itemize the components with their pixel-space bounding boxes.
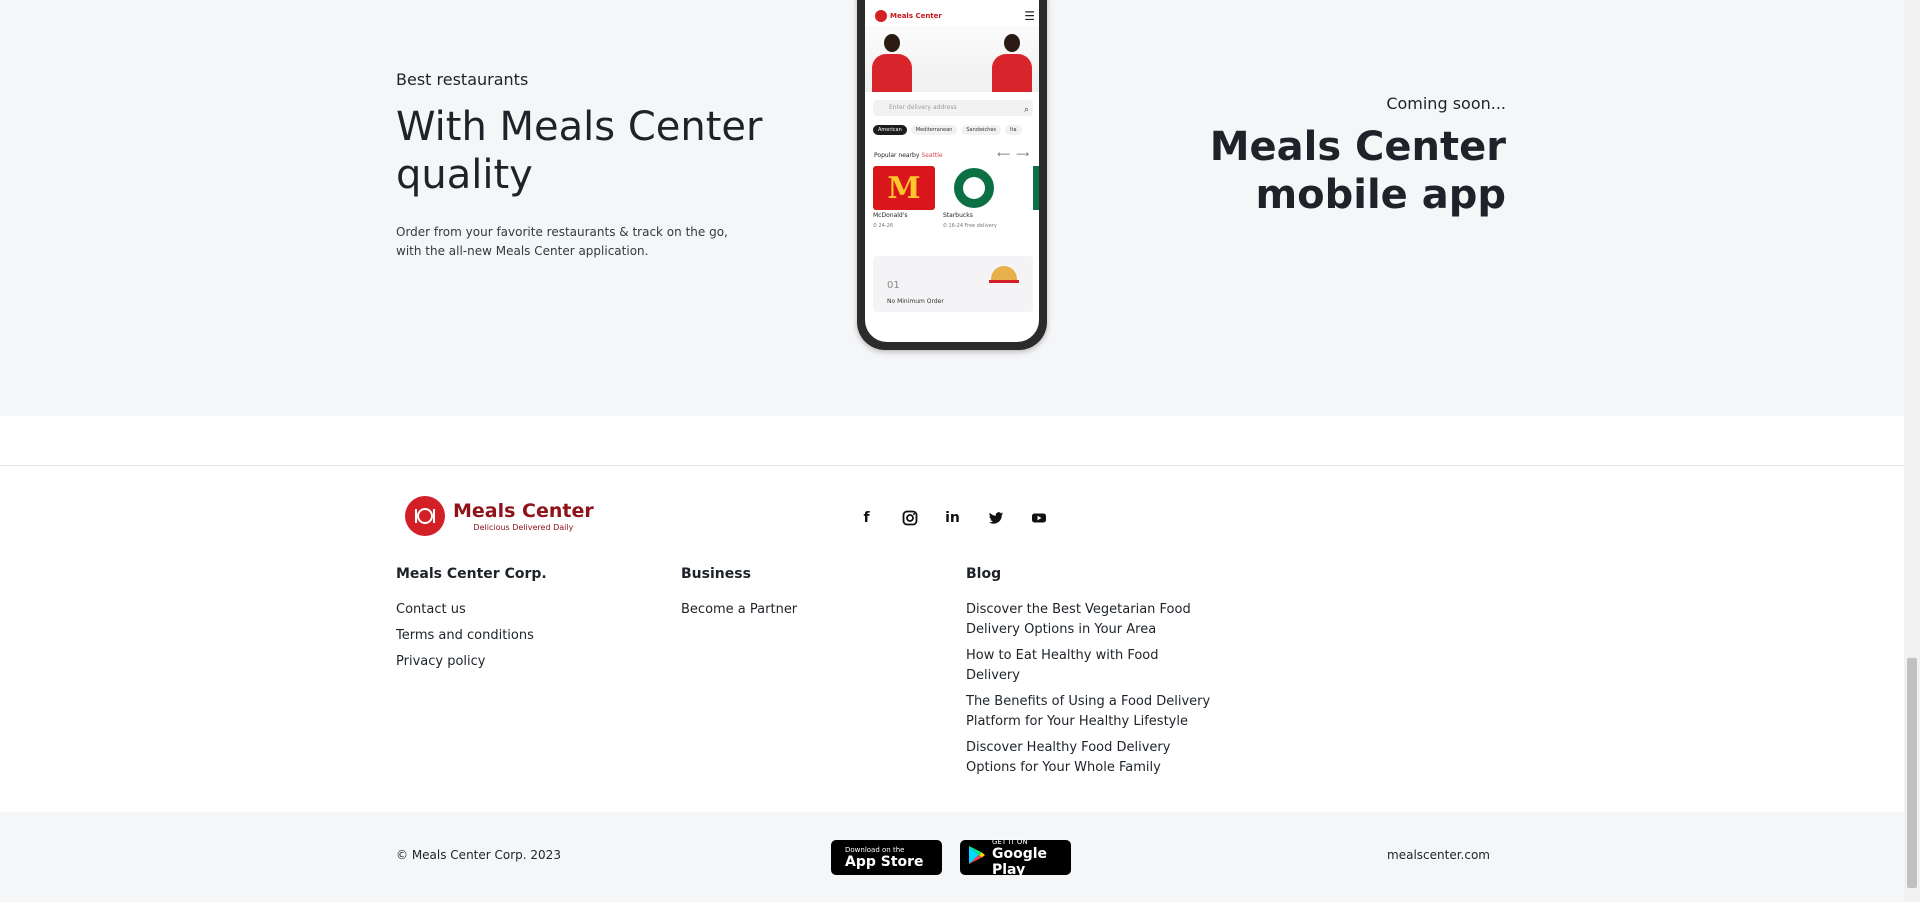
twitter-icon[interactable] <box>984 506 1007 529</box>
domain-link[interactable]: mealscenter.com <box>1387 848 1490 862</box>
promo-headline: With Meals Center quality <box>396 103 776 199</box>
phone-search-input: Enter delivery address ⌕ <box>873 100 1033 116</box>
mcdonalds-logo-image: M <box>873 166 935 210</box>
phone-screen: Meals Center ☰ Enter delivery address ⌕ … <box>865 0 1039 342</box>
popular-label-text: Popular nearby <box>874 152 920 159</box>
footer-column-title: Blog <box>966 566 1002 582</box>
phone-hero-banner <box>865 26 1039 92</box>
blog-post-link[interactable]: Discover the Best Vegetarian Food Delive… <box>966 600 1211 640</box>
terms-link[interactable]: Terms and conditions <box>396 626 641 646</box>
app-promo-section: Best restaurants With Meals Center quali… <box>0 0 1904 416</box>
promo-left: Best restaurants With Meals Center quali… <box>396 70 776 261</box>
site-footer: Meals Center Delicious Delivered Daily f… <box>0 466 1904 812</box>
serving-cloche-icon <box>989 262 1019 292</box>
blog-post-link[interactable]: The Benefits of Using a Food Delivery Pl… <box>966 692 1211 732</box>
feature-number: 01 <box>887 280 900 291</box>
instagram-icon[interactable] <box>898 506 921 529</box>
phone-logo-icon <box>875 10 887 22</box>
promo-headline-line2: quality <box>396 152 533 198</box>
carousel-arrows-icon: ⟵⟶ <box>997 150 1035 160</box>
phone-popular-label: Popular nearby Seattle <box>874 152 943 159</box>
coming-soon-label: Coming soon... <box>1386 94 1506 113</box>
facebook-icon[interactable]: f <box>855 506 878 529</box>
copyright-text: © Meals Center Corp. 2023 <box>396 848 561 862</box>
footer-logo-tagline: Delicious Delivered Daily <box>473 522 574 532</box>
footer-column-title: Business <box>681 566 751 582</box>
app-store-badges: Download on the App Store GET IT ON Goog… <box>831 837 1071 878</box>
meals-center-logo-icon <box>405 496 445 536</box>
hero-person-image <box>989 34 1035 92</box>
footer-column-business: Business Become a Partner <box>681 566 926 626</box>
mobile-app-headline: Meals Center mobile app <box>1106 123 1506 219</box>
phone-tab: Sandwiches <box>961 125 1002 135</box>
hamburger-menu-icon: ☰ <box>1024 9 1035 23</box>
google-play-button[interactable]: GET IT ON Google Play <box>960 837 1071 878</box>
linkedin-icon[interactable]: in <box>941 506 964 529</box>
phone-header: Meals Center ☰ <box>875 8 1035 24</box>
mcdonalds-logo-letter: M <box>887 170 921 206</box>
privacy-policy-link[interactable]: Privacy policy <box>396 652 641 672</box>
become-partner-link[interactable]: Become a Partner <box>681 600 926 620</box>
app-store-button[interactable]: Download on the App Store <box>831 840 942 875</box>
phone-mockup: Meals Center ☰ Enter delivery address ⌕ … <box>857 0 1047 350</box>
youtube-icon[interactable] <box>1027 506 1050 529</box>
appstore-small-text: Download on the <box>845 845 905 854</box>
promo-description: Order from your favorite restaurants & t… <box>396 225 728 258</box>
footer-logo[interactable]: Meals Center Delicious Delivered Daily <box>405 496 594 536</box>
promo-right: Coming soon... Meals Center mobile app <box>1106 94 1506 219</box>
mobile-app-headline-line2: mobile app <box>1255 172 1506 218</box>
phone-tab: Mediterranean <box>910 125 958 135</box>
blog-post-link[interactable]: Discover Healthy Food Delivery Options f… <box>966 738 1211 778</box>
promo-kicker: Best restaurants <box>396 70 529 89</box>
starbucks-logo-image <box>943 166 1005 210</box>
phone-logo: Meals Center <box>875 10 942 22</box>
mobile-app-headline-line1: Meals Center <box>1209 124 1506 170</box>
scrollbar-thumb[interactable] <box>1907 658 1917 888</box>
restaurant-meta: ⏱ 16-24 Free delivery <box>943 223 997 229</box>
section-divider <box>0 416 1904 466</box>
phone-feature-card: 01 No Minimum Order <box>873 256 1033 312</box>
googleplay-small-text: GET IT ON <box>992 837 1028 846</box>
restaurant-card: M McDonald's ⏱ 24-26 <box>873 166 935 229</box>
footer-logo-title: Meals Center <box>453 499 594 522</box>
next-card-peek <box>1033 166 1039 210</box>
google-play-icon <box>968 845 986 870</box>
phone-search-placeholder: Enter delivery address <box>889 104 957 111</box>
phone-tab: American <box>873 125 907 135</box>
restaurant-name: McDonald's <box>873 212 908 219</box>
contact-us-link[interactable]: Contact us <box>396 600 641 620</box>
phone-brand: Meals Center <box>890 12 942 20</box>
phone-category-tabs: American Mediterranean Sandwiches Ita <box>873 125 1022 135</box>
footer-column-corp: Meals Center Corp. Contact us Terms and … <box>396 566 641 678</box>
restaurant-name: Starbucks <box>943 212 973 219</box>
hero-person-image <box>869 34 915 92</box>
footer-column-blog: Blog Discover the Best Vegetarian Food D… <box>966 566 1211 784</box>
footer-bottom-bar: © Meals Center Corp. 2023 Download on th… <box>0 812 1904 902</box>
blog-post-link[interactable]: How to Eat Healthy with Food Delivery <box>966 646 1211 686</box>
footer-column-title: Meals Center Corp. <box>396 566 547 582</box>
restaurant-meta: ⏱ 24-26 <box>873 223 894 229</box>
page-scrollbar[interactable] <box>1904 0 1920 902</box>
social-links: f in <box>855 506 1050 529</box>
feature-label: No Minimum Order <box>887 298 944 305</box>
appstore-big-text: App Store <box>845 853 924 870</box>
search-icon: ⌕ <box>1023 105 1029 115</box>
googleplay-big-text: Google Play <box>992 845 1048 878</box>
restaurant-card: Starbucks ⏱ 16-24 Free delivery <box>943 166 1005 229</box>
phone-tab: Ita <box>1005 125 1022 135</box>
promo-headline-line1: With Meals Center <box>396 104 763 150</box>
popular-city: Seattle <box>921 152 943 159</box>
